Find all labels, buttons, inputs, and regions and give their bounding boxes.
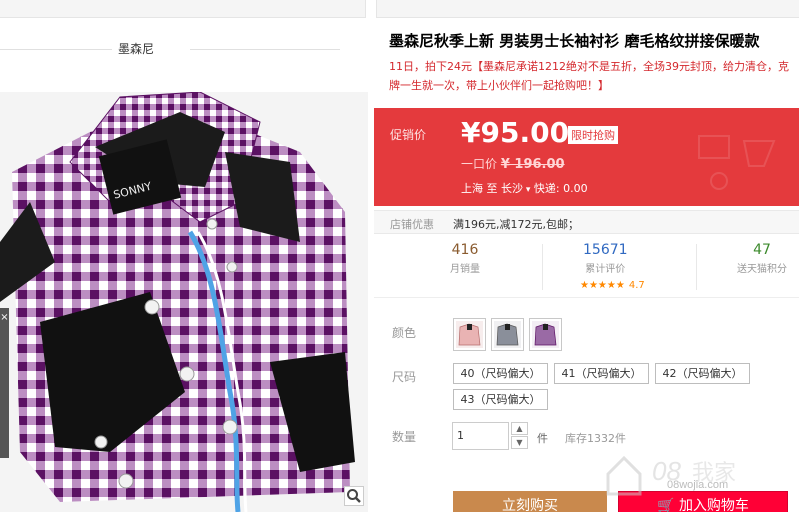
size-option-41[interactable]: 41（尺码偏大） bbox=[554, 363, 649, 384]
quantity-label: 数量 bbox=[392, 430, 417, 444]
original-price: ¥ 196.00 bbox=[500, 157, 565, 172]
shipping-row: 上海 至 长沙 ▾ 快递: 0.00 bbox=[461, 180, 588, 196]
limited-time-badge: 限时抢购 bbox=[568, 126, 618, 144]
top-strip-tab bbox=[365, 0, 377, 18]
top-strip bbox=[0, 0, 799, 18]
shop-offer-bar: 店铺优惠 满196元,减172元,包邮； bbox=[374, 210, 799, 234]
shop-offer-label: 店铺优惠 bbox=[390, 218, 434, 231]
stat-monthly-sales: 416 月销量 bbox=[450, 242, 480, 275]
promo-price: ¥95.00 bbox=[461, 116, 570, 149]
monthly-sales-value: 416 bbox=[451, 242, 479, 258]
divider bbox=[542, 244, 543, 290]
original-price-row: 一口价 ¥ 196.00 bbox=[461, 155, 565, 172]
product-main-image[interactable]: SONNY bbox=[0, 92, 368, 512]
product-title: 墨森尼秋季上新 男装男士长袖衬衫 磨毛格纹拼接保暖款 bbox=[389, 32, 760, 50]
stats-bar: 416 月销量 15671 累计评价 ★★★★★ 4.7 47 送天猫积分 bbox=[374, 236, 799, 298]
rating-stars: ★★★★★ 4.7 bbox=[580, 280, 645, 291]
watermark-text: 08wojia.com bbox=[667, 479, 729, 491]
buy-now-button[interactable]: 立刻购买 bbox=[453, 491, 607, 512]
divider bbox=[0, 49, 112, 50]
ship-to-label: 至 bbox=[486, 182, 498, 195]
gallery-prev-arrow[interactable]: × bbox=[0, 308, 9, 458]
size-option-40[interactable]: 40（尺码偏大） bbox=[453, 363, 548, 384]
ship-to-select[interactable]: 长沙 ▾ bbox=[501, 182, 530, 195]
zoom-icon[interactable] bbox=[344, 486, 364, 506]
ship-from: 上海 bbox=[461, 182, 483, 195]
quantity-decrease-button[interactable]: ▼ bbox=[511, 436, 528, 449]
size-option-43[interactable]: 43（尺码偏大） bbox=[453, 389, 548, 410]
points-value: 47 bbox=[753, 242, 771, 258]
original-price-label: 一口价 bbox=[461, 157, 498, 171]
divider bbox=[696, 244, 697, 290]
points-label: 送天猫积分 bbox=[737, 264, 787, 275]
promo-panel: 促销价 ¥95.00 限时抢购 一口价 ¥ 196.00 上海 至 长沙 ▾ 快… bbox=[374, 108, 799, 206]
add-to-cart-label: 加入购物车 bbox=[678, 498, 749, 512]
star-icons: ★★★★★ bbox=[580, 280, 625, 291]
color-swatch-gray[interactable] bbox=[491, 318, 524, 351]
product-subtitle: 11日，拍下24元【墨森尼承诺1212绝对不是五折，全场39元封顶，给力清仓，克… bbox=[389, 60, 789, 92]
promo-price-label: 促销价 bbox=[390, 128, 427, 142]
stat-points: 47 送天猫积分 bbox=[737, 242, 787, 275]
rating-value: 4.7 bbox=[628, 280, 645, 291]
chevron-down-icon: ▾ bbox=[523, 185, 531, 195]
shop-offer-text: 满196元,减172元,包邮； bbox=[453, 218, 579, 231]
quantity-input[interactable]: 1 bbox=[452, 422, 509, 450]
cart-icon: 🛒 bbox=[657, 498, 679, 512]
shop-name[interactable]: 墨森尼 bbox=[118, 40, 154, 57]
shipping-fee: 快递: 0.00 bbox=[533, 182, 588, 195]
stat-reviews[interactable]: 15671 累计评价 bbox=[583, 242, 628, 275]
size-label: 尺码 bbox=[392, 370, 417, 384]
quantity-increase-button[interactable]: ▲ bbox=[511, 422, 528, 435]
watermark-logo-icon: 08 我家 bbox=[606, 455, 736, 496]
divider bbox=[190, 49, 340, 50]
size-option-42[interactable]: 42（尺码偏大） bbox=[655, 363, 750, 384]
reviews-value: 15671 bbox=[583, 242, 628, 258]
gallery-column: 墨森尼 SONNY × bbox=[0, 18, 368, 512]
monthly-sales-label: 月销量 bbox=[450, 264, 480, 275]
reviews-label: 累计评价 bbox=[585, 264, 626, 275]
color-swatch-purple[interactable] bbox=[529, 318, 562, 351]
quantity-unit: 件 bbox=[537, 432, 548, 445]
decor-pattern-icon bbox=[698, 135, 776, 190]
color-label: 颜色 bbox=[392, 326, 417, 340]
color-swatch-pink[interactable] bbox=[453, 318, 486, 351]
